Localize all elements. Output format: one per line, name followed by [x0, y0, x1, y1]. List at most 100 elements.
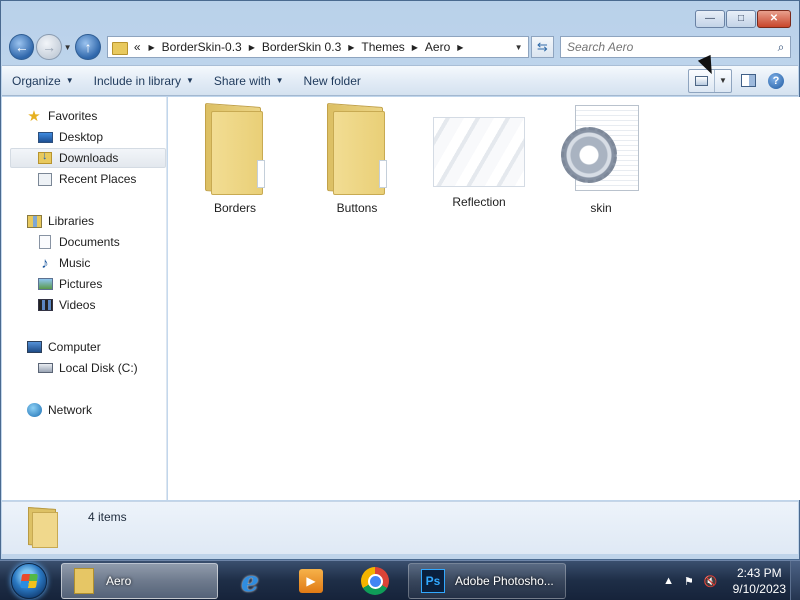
recent-pages-dropdown[interactable]: ▼ [62, 43, 74, 52]
organize-button[interactable]: Organize ▼ [2, 66, 84, 95]
nav-label: Libraries [48, 214, 95, 228]
chevron-right-icon[interactable]: ▶ [348, 43, 354, 52]
close-button[interactable]: ✕ [757, 10, 791, 28]
breadcrumb-segment[interactable]: BorderSkin-0.3 [162, 40, 242, 54]
back-arrow-icon: ← [14, 39, 29, 55]
nav-recent-places[interactable]: Recent Places [37, 169, 136, 189]
action-center-icon[interactable]: ⚑ [684, 575, 694, 588]
folder-icon [74, 568, 96, 594]
chevron-right-icon[interactable]: ▶ [249, 43, 255, 52]
help-icon: ? [768, 72, 784, 89]
taskbar-chrome-button[interactable] [351, 563, 399, 599]
nav-local-disk[interactable]: Local Disk (C:) [37, 358, 138, 378]
refresh-button[interactable]: ⇆ [530, 36, 554, 58]
nav-computer[interactable]: Computer [26, 337, 101, 357]
file-label: Buttons [336, 201, 378, 215]
nav-label: Favorites [48, 109, 98, 123]
breadcrumb-segment[interactable]: BorderSkin 0.3 [262, 40, 341, 54]
include-in-library-button[interactable]: Include in library ▼ [84, 66, 204, 95]
file-list: Borders Buttons Reflection skin [168, 97, 800, 500]
computer-icon [26, 339, 42, 355]
show-desktop-button[interactable] [790, 561, 800, 600]
nav-libraries[interactable]: Libraries [26, 211, 94, 231]
up-button[interactable]: ↑ [75, 34, 101, 60]
image-thumbnail-icon [433, 117, 525, 187]
nav-label: Desktop [59, 130, 104, 144]
taskbar-media-player-button[interactable]: ▶ [287, 563, 335, 599]
file-item-reflection[interactable]: Reflection [427, 105, 531, 209]
new-folder-button[interactable]: New folder [294, 66, 371, 95]
clock-date: 9/10/2023 [732, 582, 786, 596]
chrome-icon [361, 567, 389, 595]
desktop-icon [37, 129, 53, 145]
preview-pane-icon [740, 74, 756, 87]
file-label: skin [590, 201, 612, 215]
explorer-window: — □ ✕ ← → ▼ ↑ « ▶ BorderSkin-0.3 ▶ Borde… [0, 0, 800, 560]
system-tray: ▲ ⚑ 🔇 2:43 PM 9/10/2023 [658, 561, 786, 600]
breadcrumb-segment[interactable]: Aero [425, 40, 450, 54]
minimize-button[interactable]: — [695, 10, 725, 28]
details-pane: 4 items [2, 501, 798, 554]
search-icon[interactable]: ⌕ [772, 40, 790, 55]
maximize-button[interactable]: □ [726, 10, 756, 28]
videos-icon [37, 297, 53, 313]
file-item-skin[interactable]: skin [549, 105, 653, 215]
nav-favorites[interactable]: ★ Favorites [26, 106, 97, 126]
view-icon [695, 75, 708, 86]
breadcrumb-segment[interactable]: Themes [361, 40, 404, 54]
nav-label: Network [48, 403, 93, 417]
nav-downloads[interactable]: Downloads [10, 148, 166, 168]
item-count: 4 items [88, 510, 127, 524]
nav-pictures[interactable]: Pictures [37, 274, 102, 294]
nav-videos[interactable]: Videos [37, 295, 95, 315]
file-item-borders[interactable]: Borders [183, 103, 287, 215]
chevron-right-icon[interactable]: ▶ [412, 43, 418, 52]
nav-documents[interactable]: Documents [37, 232, 120, 252]
minimize-icon: — [705, 13, 715, 24]
nav-label: Computer [48, 340, 101, 354]
nav-label: Videos [59, 298, 96, 312]
address-history-dropdown[interactable]: ▼ [510, 43, 528, 52]
show-hidden-icons-icon[interactable]: ▲ [663, 575, 674, 587]
back-button[interactable]: ← [9, 34, 35, 60]
address-overflow[interactable]: « [134, 40, 141, 54]
config-file-gear-icon [559, 105, 643, 197]
nav-label: Music [59, 256, 91, 270]
nav-network[interactable]: Network [26, 400, 92, 420]
preview-pane-button[interactable] [736, 69, 760, 93]
file-label: Borders [213, 201, 257, 215]
downloads-folder-icon [37, 150, 53, 166]
file-item-buttons[interactable]: Buttons [305, 103, 409, 215]
taskbar-explorer-button[interactable]: Aero [61, 563, 218, 599]
start-button[interactable] [4, 562, 54, 600]
taskbar-label: Aero [106, 574, 132, 588]
address-bar[interactable]: « ▶ BorderSkin-0.3 ▶ BorderSkin 0.3 ▶ Th… [106, 36, 529, 58]
search-input[interactable] [566, 40, 772, 54]
chevron-down-icon[interactable]: ▼ [715, 76, 731, 85]
nav-label: Pictures [59, 277, 103, 291]
documents-icon [37, 234, 53, 250]
pictures-icon [37, 276, 53, 292]
search-box[interactable]: ⌕ [559, 36, 791, 58]
taskbar-photoshop-button[interactable]: Ps Adobe Photosho... [408, 563, 566, 599]
taskbar-internet-explorer-button[interactable]: e [226, 563, 274, 599]
local-disk-icon [37, 360, 53, 376]
taskbar: Aero e ▶ Ps Adobe Photosho... ▲ ⚑ 🔇 2:43… [0, 560, 800, 600]
media-player-icon: ▶ [299, 569, 323, 593]
help-button[interactable]: ? [764, 69, 788, 93]
nav-label: Recent Places [59, 172, 137, 186]
volume-muted-icon[interactable]: 🔇 [704, 575, 718, 588]
nav-desktop[interactable]: Desktop [37, 127, 103, 147]
forward-arrow-icon: → [42, 39, 57, 55]
chevron-down-icon: ▼ [65, 76, 74, 85]
chevron-right-icon[interactable]: ▶ [457, 43, 463, 52]
nav-label: Downloads [59, 151, 119, 165]
share-with-button[interactable]: Share with ▼ [204, 66, 294, 95]
clock[interactable]: 2:43 PM 9/10/2023 [733, 565, 786, 597]
chevron-right-icon[interactable]: ▶ [149, 43, 155, 52]
star-icon: ★ [27, 108, 41, 125]
new-folder-label: New folder [303, 73, 361, 88]
photoshop-icon: Ps [421, 569, 445, 593]
forward-button[interactable]: → [36, 34, 62, 60]
nav-music[interactable]: ♪ Music [37, 253, 90, 273]
